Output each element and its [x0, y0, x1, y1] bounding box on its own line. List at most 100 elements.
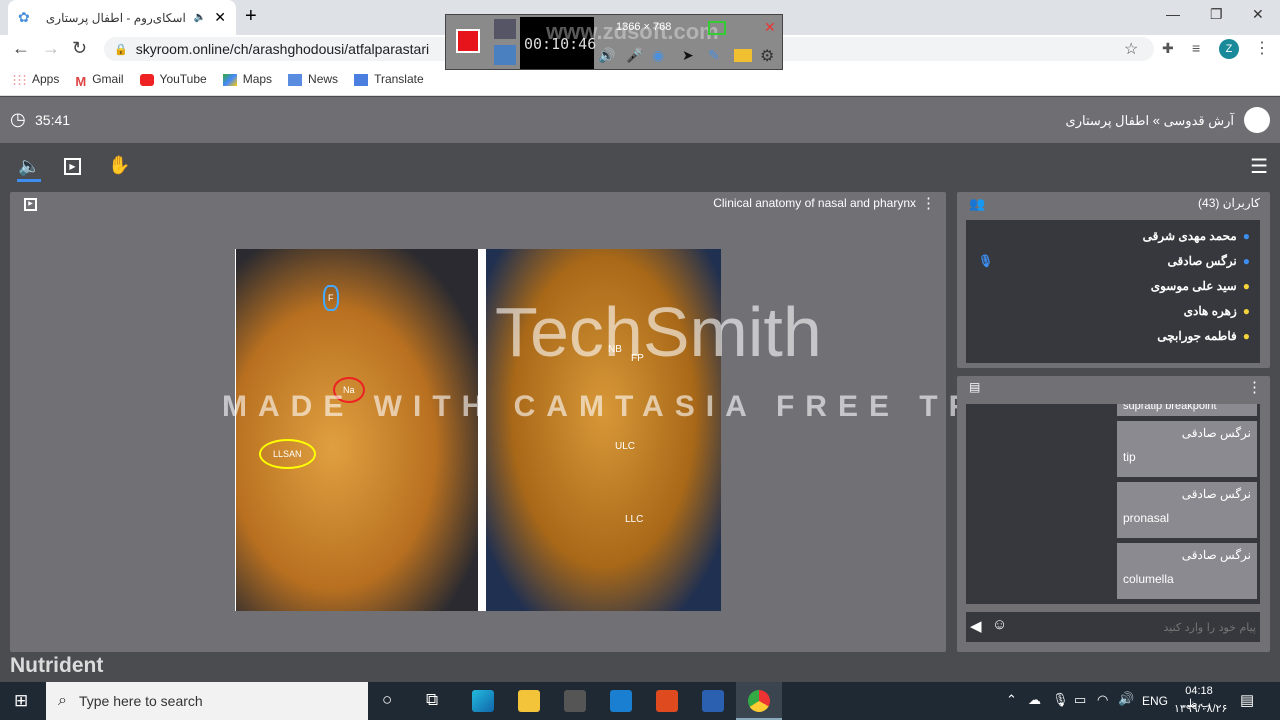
emoji-icon[interactable]: ☺ — [992, 616, 1007, 633]
mic-tray-icon[interactable]: 🎙 — [1052, 692, 1069, 708]
pen-icon[interactable]: ✎ — [708, 47, 720, 64]
webcam-icon[interactable]: ◉ — [652, 47, 664, 64]
url-text: skyroom.online/ch/arashghodousi/atfalpar… — [135, 41, 430, 57]
extensions-icon[interactable]: ✚ — [1162, 40, 1174, 57]
present-icon[interactable]: ▶ — [64, 158, 81, 175]
region-select-icon[interactable] — [708, 21, 726, 35]
news-icon — [288, 73, 303, 86]
file-explorer-icon[interactable] — [518, 690, 540, 712]
show-hidden-icons[interactable]: ⌃ — [1006, 692, 1017, 708]
apps-grid-icon — [12, 73, 26, 86]
browser-tab[interactable]: ✿ اسکای‌روم - اطفال پرستاری 🔈 ✕ — [8, 0, 236, 35]
chat-menu-icon[interactable]: ⋮ — [1247, 378, 1262, 396]
forward-button[interactable]: → — [42, 38, 60, 59]
stop-record-button[interactable] — [456, 29, 480, 53]
camtasia-trial-watermark: MADE WITH CAMTASIA FREE TRIAL — [222, 390, 1063, 423]
presentation-menu-icon[interactable]: ⋮ — [921, 194, 936, 212]
windows-start-icon[interactable]: ⊞ — [14, 691, 28, 711]
label-ulc: ULC — [615, 441, 636, 452]
wifi-icon[interactable]: ◠ — [1097, 692, 1108, 708]
camera-icon[interactable] — [494, 19, 516, 39]
user-icon: ● — [1242, 253, 1250, 268]
user-item[interactable]: فاطمه جورابچی ● — [966, 323, 1260, 348]
microphone-icon[interactable]: 🎤 — [626, 47, 643, 64]
task-view-icon[interactable]: ⧉ — [426, 690, 438, 710]
presentation-toggle-icon[interactable]: ▶ — [24, 198, 37, 211]
user-item[interactable]: 🎙 نرگس صادقی ● — [966, 248, 1260, 273]
settings-gear-icon[interactable]: ⚙ — [760, 46, 774, 66]
chrome-icon — [748, 690, 770, 712]
maps-icon — [222, 73, 237, 86]
session-timer: 35:41 — [35, 112, 71, 128]
clock-date[interactable]: ۱۳۹۹/۰۸/۲۶ — [1174, 702, 1227, 715]
onedrive-icon[interactable]: ☁ — [1028, 692, 1041, 708]
mail-icon[interactable] — [610, 690, 632, 712]
cursor-icon[interactable]: ➤ — [682, 47, 694, 64]
menu-icon[interactable]: ⋮ — [1254, 38, 1270, 58]
bookmark-youtube[interactable]: YouTube — [139, 72, 207, 86]
chat-messages: supratip breakpoint نرگس صادقی tip نرگس ص… — [966, 404, 1260, 604]
nutrident-watermark: Nutrident — [10, 654, 104, 677]
chat-input[interactable] — [1016, 616, 1256, 638]
back-button[interactable]: ← — [12, 38, 30, 59]
clock-icon: ◷ — [10, 109, 26, 129]
chat-panel: ▤ ⋮ supratip breakpoint نرگس صادقی tip نر… — [957, 376, 1270, 652]
skyroom-favicon-icon: ✿ — [18, 9, 30, 25]
users-panel: 👥 کاربران (43) محمد مهدی شرقی ● 🎙 نرگس صاد… — [957, 192, 1270, 368]
search-icon: ⌕ — [58, 692, 67, 709]
taskbar-search[interactable]: ⌕ Type here to search — [46, 682, 368, 720]
close-tab-icon[interactable]: ✕ — [214, 9, 226, 26]
hamburger-menu-icon[interactable]: ☰ — [1250, 154, 1268, 179]
word-icon[interactable] — [702, 690, 724, 712]
speaker-icon[interactable]: 🔊 — [598, 47, 615, 64]
presentation-panel: ▶ Clinical anatomy of nasal and pharynx … — [10, 192, 1052, 652]
user-item[interactable]: زهره هادی ● — [966, 298, 1260, 323]
battery-icon[interactable]: ▭ — [1074, 692, 1086, 708]
lock-icon: 🔒 — [114, 43, 128, 56]
notifications-icon[interactable]: ▤ — [1240, 691, 1254, 709]
label-f: F — [323, 285, 339, 311]
presentation-title: Clinical anatomy of nasal and pharynx — [713, 196, 916, 210]
reading-list-icon[interactable]: ≡ — [1192, 40, 1200, 56]
chat-message: نرگس صادقی pronasal — [1117, 482, 1257, 538]
bookmark-apps[interactable]: Apps — [12, 72, 59, 86]
volume-icon[interactable]: 🔊 — [1118, 691, 1134, 707]
user-avatar-icon[interactable] — [1244, 107, 1270, 133]
close-window-button[interactable]: ✕ — [1252, 6, 1264, 23]
room-header: ◷ 35:41 آرش قدوسی » اطفال پرستاری — [0, 97, 1280, 143]
edge-icon[interactable] — [472, 690, 494, 712]
bookmark-gmail[interactable]: M Gmail — [75, 72, 123, 89]
folder-icon[interactable] — [734, 49, 752, 62]
label-llsan: LLSAN — [259, 439, 316, 469]
users-list: محمد مهدی شرقی ● 🎙 نرگس صادقی ● سید علی موس… — [966, 220, 1260, 363]
user-item[interactable]: محمد مهدی شرقی ● — [966, 223, 1260, 248]
store-icon[interactable] — [564, 690, 586, 712]
new-tab-button[interactable]: + — [245, 5, 257, 28]
maximize-button[interactable]: ❐ — [1210, 6, 1223, 23]
chrome-taskbar-button[interactable] — [736, 682, 782, 720]
bookmark-translate[interactable]: Translate — [354, 72, 424, 86]
cortana-icon[interactable]: ○ — [382, 690, 392, 710]
bookmark-star-icon[interactable]: ☆ — [1124, 39, 1138, 59]
office-icon[interactable] — [656, 690, 678, 712]
profile-avatar[interactable]: Z — [1219, 39, 1239, 59]
chat-message: نرگس صادقی tip — [1117, 421, 1257, 477]
user-item[interactable]: سید علی موسوی ● — [966, 273, 1260, 298]
recorder-close-icon[interactable]: ✕ — [764, 19, 776, 36]
bookmark-news[interactable]: News — [288, 72, 338, 86]
microphone-active-icon: 🎙 — [978, 253, 994, 268]
users-title: کاربران (43) — [1198, 196, 1260, 210]
minimize-button[interactable]: — — [1166, 6, 1180, 22]
speaker-toggle-icon[interactable]: 🔈 — [18, 156, 40, 177]
chat-icon: ▤ — [969, 380, 981, 394]
youtube-icon — [139, 73, 154, 86]
active-indicator — [17, 179, 41, 182]
user-icon: ● — [1242, 278, 1250, 293]
reload-button[interactable]: ↻ — [72, 38, 87, 59]
bookmark-maps[interactable]: Maps — [222, 72, 272, 86]
language-indicator[interactable]: ENG — [1142, 694, 1168, 708]
pause-button[interactable] — [494, 45, 516, 65]
raise-hand-icon[interactable]: ✋ — [108, 155, 130, 176]
send-icon[interactable]: ◀ — [970, 617, 982, 635]
techsmith-watermark: TechSmith — [495, 293, 822, 371]
